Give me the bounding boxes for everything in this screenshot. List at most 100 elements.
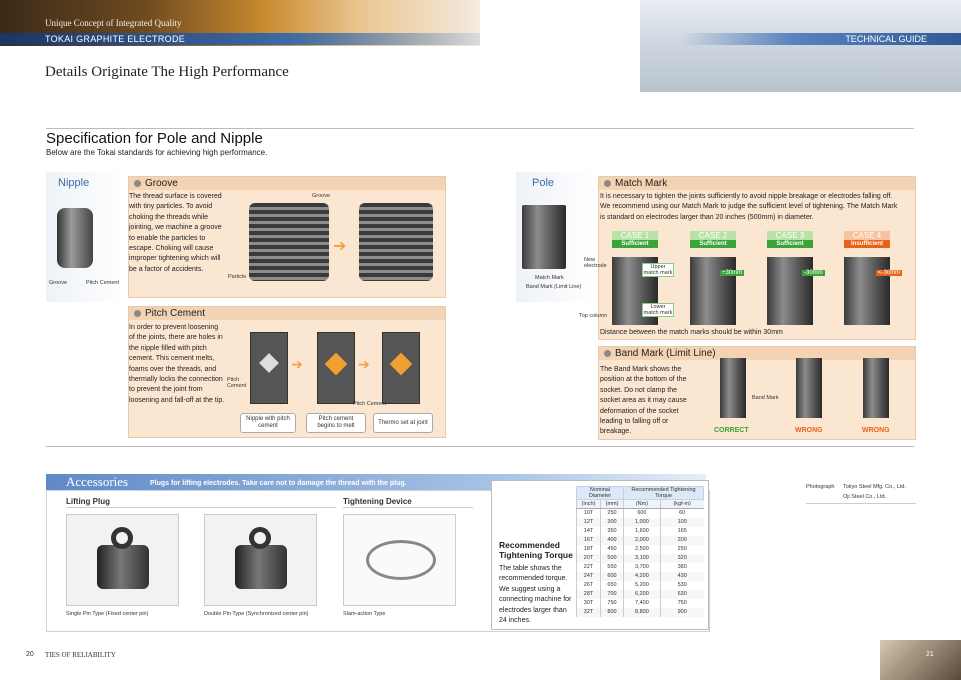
table-cell: 200 [659, 535, 704, 545]
table-cell: 12T [575, 517, 601, 527]
table-cell: 6,200 [622, 589, 661, 599]
page-title: Details Originate The High Performance [45, 64, 289, 80]
tagline: Unique Concept of Integrated Quality [45, 18, 182, 28]
table-cell: 2,500 [622, 544, 661, 554]
divider [46, 446, 914, 447]
technical-guide-label: TECHNICAL GUIDE [845, 34, 927, 44]
arrow-icon: ➔ [291, 356, 303, 372]
table-cell: 650 [600, 580, 624, 590]
divider [66, 507, 336, 508]
table-row: 28T 700 6,200 630 [575, 589, 704, 599]
table-cell: 320 [659, 553, 704, 563]
step-thermo-set: Thermo set at joint [373, 413, 433, 433]
table-cell: 430 [659, 571, 704, 581]
band-mark-label-2: Band Mark [752, 395, 779, 401]
pitch-text: In order to prevent loosening of the joi… [129, 324, 225, 404]
divider [806, 503, 916, 504]
case-2-tag: +30mm [720, 270, 745, 276]
photograph-credit-2: Oji Steel Co., Ltd. [843, 494, 887, 500]
arrow-icon: ➔ [358, 356, 370, 372]
table-cell: 22T [575, 562, 601, 572]
page-number-right: 21 [926, 651, 934, 658]
table-header-row: Nominal Diameter Recommended Tightening … [576, 486, 705, 500]
table-cell: 10T [575, 508, 601, 518]
table-cell: 3,700 [622, 562, 661, 572]
table-row: 32T 800 8,800 900 [575, 607, 704, 617]
band-text: The Band Mark shows the position at the … [600, 366, 687, 436]
case-1: CASE 1 Sufficient [612, 231, 658, 248]
arrow-icon: ➔ [333, 238, 347, 255]
band-rod-wrong-2 [863, 358, 889, 418]
torque-table: Nominal Diameter Recommended Tightening … [575, 486, 705, 617]
accessories-subtitle: Plugs for lifting electrodes. Take care … [150, 480, 407, 487]
table-cell: 250 [600, 508, 624, 518]
case-3-rod [767, 257, 813, 325]
tightening-device-photo [343, 514, 456, 606]
case-3: CASE 3 Sufficient [767, 231, 813, 248]
table-cell: 900 [659, 607, 704, 617]
torque-text: The table shows the recommended torque. … [499, 565, 572, 625]
table-cell: 300 [600, 517, 624, 527]
header-recommended-torque: Recommended Tightening Torque [622, 486, 705, 500]
nipple-title: Nipple [58, 177, 90, 189]
lifting-plug-title: Lifting Plug [66, 497, 110, 506]
photograph-credit-1: Tokyo Steel Mfg. Co., Ltd. [843, 484, 906, 490]
table-row: 18T 450 2,500 250 [575, 544, 704, 554]
groove-text: The thread surface is covered with tiny … [129, 193, 222, 273]
case-4-rod [844, 257, 890, 325]
groove-thread-image-2 [359, 203, 433, 281]
table-cell: 600 [600, 571, 624, 581]
table-cell: 630 [659, 589, 704, 599]
upper-match-mark-label: Upper match mark [642, 263, 674, 277]
nipple-groove-label: Groove [49, 280, 68, 286]
table-cell: 750 [659, 598, 704, 608]
band-rod-correct [720, 358, 746, 418]
lower-match-mark-label: Lower match mark [642, 303, 674, 317]
table-row: 16T 400 2,000 200 [575, 535, 704, 545]
pitch-cement-label-2: Pitch Cement [353, 401, 387, 407]
table-cell: 500 [600, 553, 624, 563]
header-photo-right [640, 0, 961, 92]
photograph-label: Photograph [806, 484, 835, 490]
table-cell: 550 [600, 562, 624, 572]
pitch-cement-label: Pitch Cement [227, 377, 247, 389]
caption-single-pin: Single Pin Type (Fixed center pin) [66, 611, 149, 617]
section-subtitle: Below are the Tokai standards for achiev… [46, 148, 268, 157]
nipple-pitch-label: Pitch Cement [86, 280, 120, 286]
tightening-device-title: Tightening Device [343, 497, 412, 506]
pitch-heading: Pitch Cement [129, 307, 445, 320]
groove-heading: Groove [129, 177, 445, 190]
groove-thread-image-1 [249, 203, 329, 281]
table-cell: 600 [622, 508, 661, 518]
table-row: 24T 600 4,200 430 [575, 571, 704, 581]
band-rod-wrong-1 [796, 358, 822, 418]
table-cell: 26T [575, 580, 601, 590]
table-cell: 2,000 [622, 535, 661, 545]
table-cell: 1,000 [622, 517, 661, 527]
particle-label: Particle [228, 274, 247, 280]
table-cell: 165 [659, 526, 704, 536]
nipple-image [57, 208, 93, 268]
torque-title: Recommended Tightening Torque [499, 540, 573, 560]
match-text: It is necessary to tighten the joints su… [600, 193, 898, 221]
case-2: CASE 2 Sufficient [690, 231, 736, 248]
header-nominal-diameter: Nominal Diameter [576, 486, 624, 500]
lifting-plug-photo-2 [204, 514, 317, 606]
case-4: CASE 4 Insufficient [844, 231, 890, 248]
table-cell: 30T [575, 598, 601, 608]
table-cell: 20T [575, 553, 601, 563]
table-row: 12T 300 1,000 100 [575, 517, 704, 527]
table-cell: 5,200 [622, 580, 661, 590]
accessories-title: Accessories [66, 474, 129, 489]
wrong-label-1: WRONG [795, 427, 823, 434]
table-row: 26T 650 5,200 530 [575, 580, 704, 590]
pole-title: Pole [532, 177, 555, 189]
table-cell: 32T [575, 607, 601, 617]
table-cell: 100 [659, 517, 704, 527]
table-cell: 450 [600, 544, 624, 554]
table-row: 22T 550 3,700 380 [575, 562, 704, 572]
wrong-label-2: WRONG [862, 427, 890, 434]
groove-label: Groove [312, 193, 331, 199]
section-title: Specification for Pole and Nipple [46, 130, 263, 147]
brand-name: TOKAI GRAPHITE ELECTRODE [45, 34, 186, 44]
